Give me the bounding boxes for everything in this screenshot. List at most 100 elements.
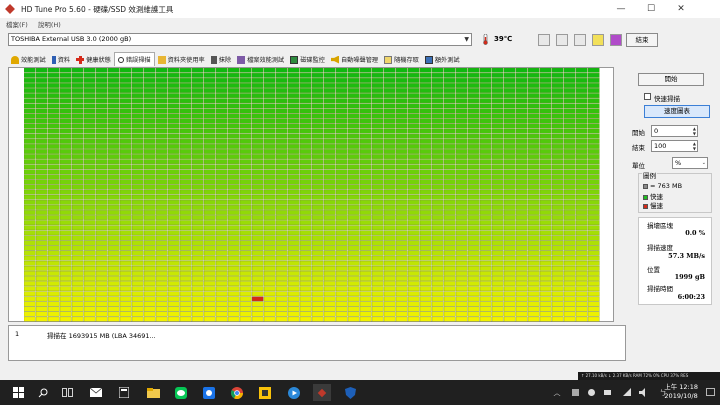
sticky-app-icon[interactable] xyxy=(256,384,274,401)
tab-health[interactable]: 健康狀態 xyxy=(73,53,114,66)
scan-block xyxy=(479,83,492,88)
tab-error-scan[interactable]: 錯誤掃描 xyxy=(113,52,155,66)
calculator-icon[interactable] xyxy=(115,384,133,401)
scan-block xyxy=(431,235,444,241)
tab-benchmark[interactable]: 效能測試 xyxy=(8,53,49,66)
shield-app-icon[interactable] xyxy=(341,384,359,401)
mail-icon[interactable] xyxy=(87,384,105,401)
scan-block xyxy=(491,144,504,149)
start-position-input[interactable]: 0 ▲ ▼ xyxy=(651,125,698,137)
tab-erase[interactable]: 抹除 xyxy=(208,53,234,66)
menu-help[interactable]: 說明(H) xyxy=(38,19,61,29)
hdtune-taskbar-icon[interactable] xyxy=(313,384,331,401)
scan-block xyxy=(227,265,240,271)
scan-block xyxy=(299,311,312,317)
device-select[interactable]: TOSHIBA External USB 3.0 (2000 gB) ▼ xyxy=(8,33,472,46)
scan-block xyxy=(251,306,264,312)
scan-block xyxy=(287,149,300,154)
scan-block xyxy=(83,138,96,144)
scan-block xyxy=(551,68,564,73)
maximize-button[interactable]: ☐ xyxy=(636,0,666,18)
scan-block xyxy=(239,199,252,205)
scan-block xyxy=(371,72,384,78)
scan-block xyxy=(275,149,288,154)
scan-block xyxy=(95,311,108,317)
tab-random-access[interactable]: 隨機存取 xyxy=(381,53,422,66)
taskbar-clock[interactable]: 上午 12:18 2019/10/8 xyxy=(664,383,698,401)
scan-block xyxy=(167,93,180,99)
start-scan-button[interactable]: 開始 xyxy=(638,73,704,86)
tab-extra-tests[interactable]: 額外測試 xyxy=(422,53,463,66)
camera-icon[interactable] xyxy=(574,34,586,46)
spinner-arrows-icon[interactable]: ▲ ▼ xyxy=(693,141,696,151)
scan-block xyxy=(203,306,216,312)
end-position-input[interactable]: 100 ▲ ▼ xyxy=(651,140,698,152)
scan-block xyxy=(539,276,552,281)
quick-scan-checkbox[interactable] xyxy=(644,93,651,100)
scan-block xyxy=(443,179,456,185)
scan-block xyxy=(551,93,564,99)
tab-info[interactable]: 資料 xyxy=(49,53,73,66)
scan-block xyxy=(143,118,156,124)
file-explorer-icon[interactable] xyxy=(144,384,162,401)
scan-block xyxy=(35,260,48,266)
media-player-icon[interactable] xyxy=(285,384,303,401)
scan-block xyxy=(203,174,216,180)
scan-block xyxy=(323,306,336,312)
scan-block xyxy=(119,286,132,292)
scan-block xyxy=(467,164,480,170)
scan-block xyxy=(143,199,156,205)
scan-block xyxy=(383,68,396,73)
scan-block xyxy=(239,118,252,124)
options-icon[interactable] xyxy=(592,34,604,46)
speed-map-button[interactable]: 速度圖表 xyxy=(644,105,710,118)
scan-block xyxy=(515,159,528,165)
scan-block xyxy=(299,235,312,241)
scan-block xyxy=(587,250,600,256)
tab-file-benchmark[interactable]: 檔案效能測試 xyxy=(234,53,287,66)
scan-block xyxy=(215,291,228,297)
tab-aam[interactable]: 自動噪聲管理 xyxy=(328,53,381,66)
scan-block xyxy=(263,108,276,114)
copy-icon[interactable] xyxy=(538,34,550,46)
scan-block xyxy=(455,88,468,93)
exit-button[interactable]: 結束 xyxy=(626,33,658,47)
scan-block xyxy=(227,123,240,129)
scan-block xyxy=(371,311,384,317)
chevron-up-icon[interactable]: ︿ xyxy=(548,384,566,401)
menu-file[interactable]: 檔案(F) xyxy=(6,19,28,29)
tab-folder-usage[interactable]: 資料夾使用率 xyxy=(155,53,208,66)
scan-block xyxy=(47,210,60,215)
close-button[interactable]: ✕ xyxy=(666,0,696,18)
line-app-icon[interactable] xyxy=(172,384,190,401)
scan-block xyxy=(323,138,336,144)
notification-icon[interactable] xyxy=(701,384,719,401)
minimize-button[interactable]: — xyxy=(606,0,636,18)
scan-block xyxy=(47,250,60,256)
network-icon[interactable] xyxy=(618,384,636,401)
scan-block xyxy=(215,194,228,200)
spinner-arrows-icon[interactable]: ▲ ▼ xyxy=(693,126,696,136)
scan-block xyxy=(299,205,312,210)
chrome-icon[interactable] xyxy=(228,384,246,401)
scan-block xyxy=(539,316,552,322)
scan-block xyxy=(515,235,528,241)
scan-block xyxy=(215,301,228,307)
scan-block xyxy=(287,78,300,83)
scan-block xyxy=(47,255,60,261)
task-view-icon[interactable] xyxy=(58,384,76,401)
scan-block xyxy=(263,286,276,292)
scan-block xyxy=(359,184,372,190)
scan-block xyxy=(551,215,564,220)
volume-icon[interactable] xyxy=(635,384,653,401)
app-icon-blue[interactable] xyxy=(200,384,218,401)
tab-disk-monitor[interactable]: 磁碟監控 xyxy=(287,53,328,66)
system-tray-icon-3[interactable] xyxy=(598,384,616,401)
scan-block xyxy=(119,154,132,159)
windows-start-icon[interactable] xyxy=(9,384,27,401)
unit-select[interactable]: % ⌄ xyxy=(672,157,708,169)
scan-block xyxy=(203,169,216,175)
copy-all-icon[interactable] xyxy=(556,34,568,46)
download-icon[interactable] xyxy=(610,34,622,46)
search-icon[interactable] xyxy=(34,384,52,401)
